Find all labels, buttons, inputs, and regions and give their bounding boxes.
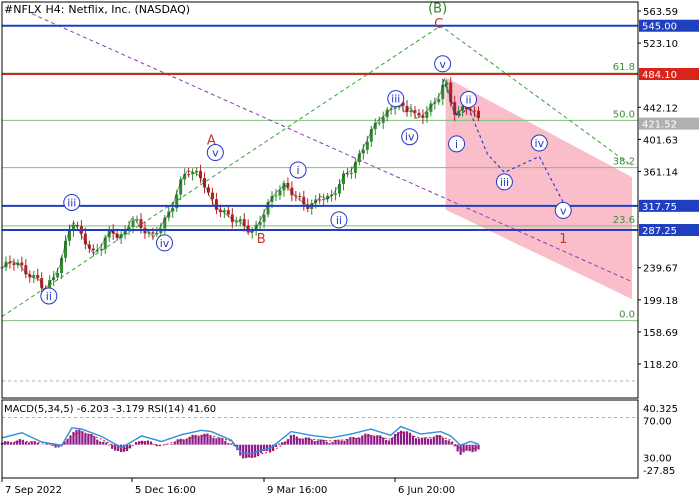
candle-body [91,248,95,251]
wave-label: ii [46,290,52,303]
candle-body [365,141,369,150]
candle-body [195,170,199,173]
x-tick-label: 9 Mar 16:00 [267,485,327,496]
candle-body [322,199,326,201]
candle-body [262,214,266,222]
wave-label: v [560,204,567,217]
candle-body [234,221,238,223]
y-tick-label: 239.67 [643,264,678,275]
candle-body [12,263,16,266]
x-tick-label: 5 Dec 16:00 [135,485,196,496]
wave-label: iii [391,93,400,106]
candle-body [298,195,302,197]
candle-body [274,195,278,197]
candle-body [226,210,230,215]
wave-label: (B) [428,1,447,16]
candle-body [103,237,107,249]
y-tick-label: 118.20 [643,360,678,371]
candle-body [425,111,429,118]
level-price-label: 317.75 [642,202,677,213]
candle-body [417,112,421,116]
y-tick-label: 523.10 [643,39,678,50]
y-tick-label: 442.12 [643,103,678,114]
level-price-label: 484.10 [642,70,677,81]
wave-label: iv [535,137,545,150]
candle-body [99,248,103,250]
wave-label: iv [160,237,170,250]
level-price-label: 421.52 [642,120,677,131]
indicator-tick-label: 70.00 [643,416,672,427]
fib-level-label: 23.6 [613,215,635,226]
indicator-panel: MACD(5,34,5) -6.203 -3.179 RSI(14) 41.60… [0,380,678,477]
wave-label: i [455,138,458,151]
candle-body [413,110,417,113]
x-tick-label: 6 Jun 20:00 [398,485,455,496]
fib-level-label: 61.8 [613,62,635,73]
wave-label: 1 [559,232,567,247]
candle-body [349,172,353,174]
indicator-tick-label: -27.85 [643,466,675,477]
fib-level-label: 50.0 [613,109,635,120]
y-tick-label: 158.69 [643,328,678,339]
wave-label: C [434,17,443,32]
candle-body [334,193,338,195]
candle-body [393,107,397,109]
price-chart: 61.850.038.223.60.0545.00484.10421.52317… [0,1,699,371]
wave-label: ii [465,93,471,106]
candle-body [187,174,191,176]
indicator-tick-label: 40.325 [643,404,678,415]
candle-body [151,232,155,234]
y-tick-label: 199.18 [643,296,678,307]
candle-body [473,110,477,112]
wave-label: iii [67,196,76,209]
chart-canvas: 61.850.038.223.60.0545.00484.10421.52317… [0,1,699,496]
indicator-tick-label: 30.00 [643,454,672,465]
candle-body [381,117,385,123]
x-tick-label: 7 Sep 2022 [5,485,62,496]
candle-body [75,225,79,227]
candle-body [210,192,214,200]
wave-label: i [297,164,300,177]
price-line [1,77,479,293]
candle-body [437,99,441,103]
wave-label: v [439,58,446,71]
wave-label: B [257,232,266,247]
wave-label: v [212,147,219,160]
candle-body [36,274,40,279]
fib-level-label: 0.0 [619,310,635,321]
level-price-label: 287.25 [642,226,677,237]
candle-body [377,122,381,124]
candle-body [318,199,322,201]
wave-label: ii [336,214,342,227]
y-tick-label: 401.63 [643,135,678,146]
candle-body [131,220,135,228]
candle-body [278,190,282,196]
candle-body [20,262,24,266]
candle-body [56,272,60,278]
y-tick-label: 563.59 [643,7,678,18]
y-tick-label: 361.14 [643,167,678,178]
indicator-title: MACD(5,34,5) -6.203 -3.179 RSI(14) 41.60 [4,404,216,415]
wave-label: iii [500,176,509,189]
candle-body [441,84,445,100]
wave-label: iv [405,131,415,144]
level-price-label: 545.00 [642,22,677,33]
